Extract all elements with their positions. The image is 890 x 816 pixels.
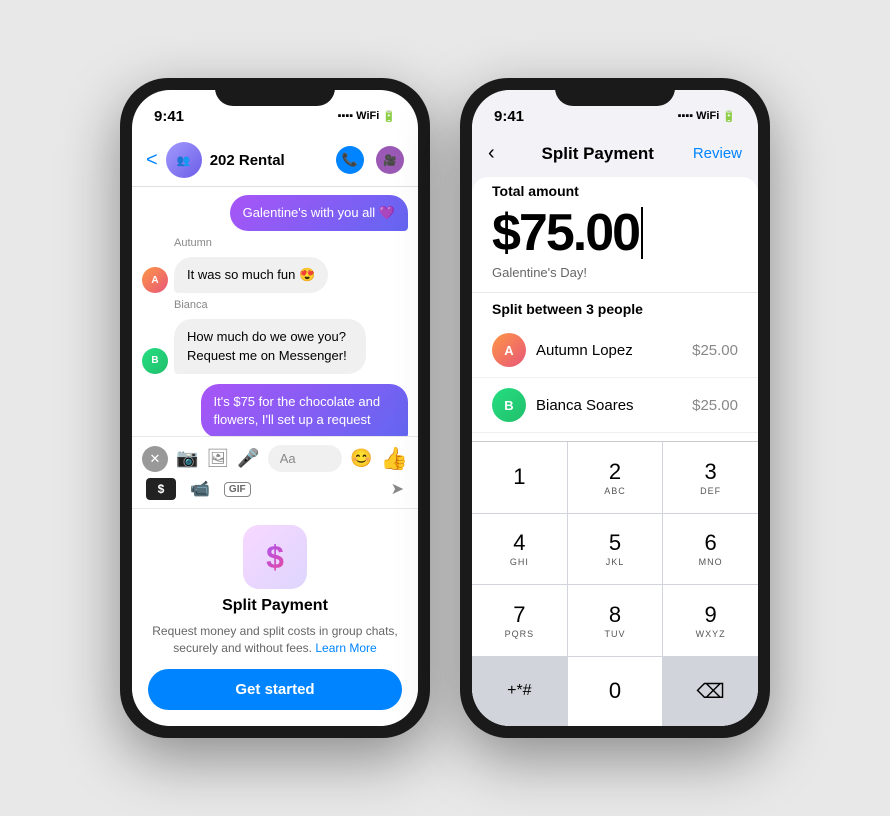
header-icons: 📞 🎥 [336,146,404,174]
sender-name-bianca: Bianca [174,299,408,311]
image-icon[interactable]: 🖼 [206,448,229,469]
messenger-header: < 👥 202 Rental 📞 🎥 [132,134,418,187]
avatar-bianca: B [142,348,168,374]
avatar-autumn-pay: A [492,333,526,367]
input-row: ✕ 📷 🖼 🎤 Aa 😊 👍 [142,445,408,472]
get-started-button[interactable]: Get started [148,669,402,710]
status-icons-right: ▪▪▪▪ WiFi 🔋 [678,110,736,123]
time-left: 9:41 [154,108,184,125]
notch-right [555,78,675,106]
person-amount-autumn: $25.00 [692,342,738,359]
right-screen: 9:41 ▪▪▪▪ WiFi 🔋 ‹ Split Payment Review … [472,90,758,726]
back-arrow-left[interactable]: < [146,149,158,172]
sent-message-2: It's $75 for the chocolate and flowers, … [201,384,408,437]
emoji-icon[interactable]: 😊 [350,448,372,469]
num-key-6[interactable]: 6 MNO [663,514,758,585]
promo-description: Request money and split costs in group c… [148,623,402,657]
back-button-payment[interactable]: ‹ [488,142,503,165]
num-key-9[interactable]: 9 WXYZ [663,585,758,656]
sent-message-1: Galentine's with you all 💜 [230,195,408,231]
received-row-autumn: A It was so much fun 😍 [142,257,408,293]
num-key-0[interactable]: 0 [568,657,663,727]
cursor [641,207,643,259]
gif-button[interactable]: GIF [224,482,251,497]
avatar-bianca-pay: B [492,388,526,422]
payment-title: Split Payment [503,144,693,164]
avatar-autumn: A [142,267,168,293]
num-key-5[interactable]: 5 JKL [568,514,663,585]
promo-title: Split Payment [222,597,328,615]
chat-input-bar: ✕ 📷 🖼 🎤 Aa 😊 👍 $ 📹 GIF ➤ [132,436,418,508]
camera-icon[interactable]: 📷 [176,448,198,469]
num-key-7[interactable]: 7 PQRS [472,585,567,656]
dollar-icon: $ [266,539,284,576]
num-key-3[interactable]: 3 DEF [663,442,758,513]
sender-name-autumn: Autumn [174,237,408,249]
occasion-label: Galentine's Day! [492,265,738,280]
payment-body: Total amount $75.00 Galentine's Day! Spl… [472,177,758,726]
num-key-symbols[interactable]: +*# [472,657,567,727]
amount-display: $75.00 [492,203,738,263]
num-key-1[interactable]: 1 [472,442,567,513]
text-input[interactable]: Aa [268,445,342,472]
right-phone: 9:41 ▪▪▪▪ WiFi 🔋 ‹ Split Payment Review … [460,78,770,738]
backspace-icon: ⌫ [697,679,725,704]
toolbar-row: $ 📹 GIF ➤ [142,472,408,500]
thumbs-up-icon[interactable]: 👍 [381,446,408,472]
num-key-8[interactable]: 8 TUV [568,585,663,656]
split-promo-panel: $ Split Payment Request money and split … [132,508,418,726]
chat-name[interactable]: 202 Rental [210,152,328,169]
chat-area: Galentine's with you all 💜 Autumn A It w… [132,187,418,436]
amount-value: $75.00 [492,203,639,263]
num-key-4[interactable]: 4 GHI [472,514,567,585]
num-key-2[interactable]: 2 ABC [568,442,663,513]
payment-shortcut-button[interactable]: $ [146,478,176,500]
left-phone: 9:41 ▪▪▪▪ WiFi 🔋 < 👥 202 Rental 📞 🎥 Gal [120,78,430,738]
time-right: 9:41 [494,108,524,125]
received-message-1: It was so much fun 😍 [174,257,328,293]
promo-icon: $ [243,525,307,589]
num-key-backspace[interactable]: ⌫ [663,657,758,727]
video-button[interactable]: 🎥 [376,146,404,174]
split-header: Split between 3 people [472,293,758,323]
call-button[interactable]: 📞 [336,146,364,174]
notch [215,78,335,106]
person-name-bianca: Bianca Soares [536,397,692,414]
numpad: 1 2 ABC 3 DEF 4 GHI 5 JKL [472,441,758,726]
mic-icon[interactable]: 🎤 [237,448,259,469]
payment-header: ‹ Split Payment Review [472,134,758,177]
total-label: Total amount [492,183,738,199]
review-button[interactable]: Review [693,145,742,162]
split-section: Split between 3 people A Autumn Lopez $2… [472,293,758,441]
learn-more-link[interactable]: Learn More [315,641,376,655]
group-avatar: 👥 [166,142,202,178]
send-arrow-icon[interactable]: ➤ [391,479,404,499]
total-section: Total amount $75.00 Galentine's Day! [472,177,758,292]
left-screen: 9:41 ▪▪▪▪ WiFi 🔋 < 👥 202 Rental 📞 🎥 Gal [132,90,418,726]
person-row-autumn[interactable]: A Autumn Lopez $25.00 [472,323,758,378]
person-name-autumn: Autumn Lopez [536,342,692,359]
person-amount-bianca: $25.00 [692,397,738,414]
received-row-bianca: B How much do we owe you? Request me on … [142,319,408,373]
close-button[interactable]: ✕ [142,446,168,472]
video-add-icon[interactable]: 📹 [190,479,210,499]
received-message-2: How much do we owe you? Request me on Me… [174,319,366,373]
status-icons-left: ▪▪▪▪ WiFi 🔋 [338,110,396,123]
person-row-bianca[interactable]: B Bianca Soares $25.00 [472,378,758,433]
